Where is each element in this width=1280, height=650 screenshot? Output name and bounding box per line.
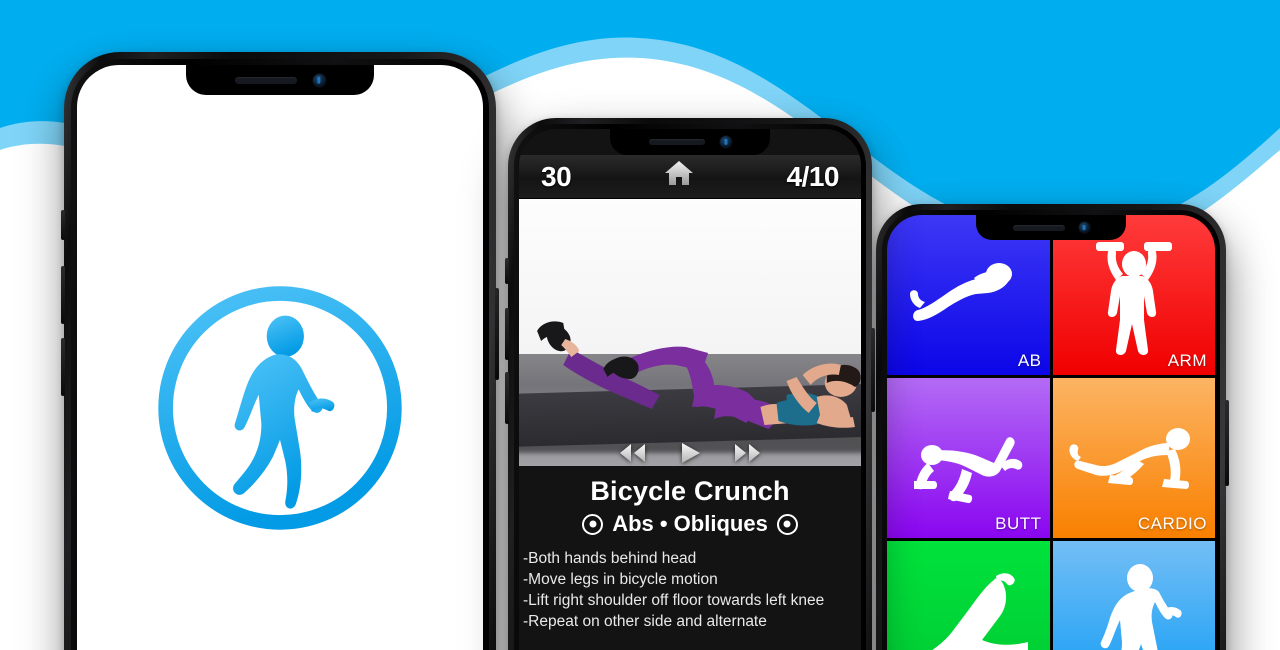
mute-switch[interactable] xyxy=(505,258,509,284)
phone-categories-screen: AB ARM BUTT CARDIO xyxy=(887,215,1215,650)
speaker-grille-icon xyxy=(648,139,705,145)
front-camera-icon xyxy=(312,73,326,87)
category-tile-fullbody[interactable] xyxy=(1052,541,1215,650)
running-man-in-circle-icon xyxy=(158,286,402,530)
category-label: BUTT xyxy=(995,514,1042,533)
speaker-grille-icon xyxy=(234,76,297,84)
phone-player: 30 4/10 Bicycle Crunch Abs • Obliques -B… xyxy=(505,118,875,650)
category-tile-leg[interactable] xyxy=(887,541,1050,650)
front-camera-icon xyxy=(719,136,732,148)
category-grid: AB ARM BUTT CARDIO xyxy=(887,215,1215,650)
phone-player-screen: 30 4/10 Bicycle Crunch Abs • Obliques -B… xyxy=(519,129,861,650)
phone-player-notch xyxy=(610,129,770,155)
rewind-icon[interactable] xyxy=(617,442,647,466)
player-controls xyxy=(519,441,861,466)
power-button[interactable] xyxy=(871,328,875,412)
instruction-line: -Move legs in bicycle motion xyxy=(523,571,718,589)
muscle-groups-label: Abs • Obliques xyxy=(612,511,768,536)
player-header: 30 4/10 xyxy=(519,155,861,199)
phone-categories: AB ARM BUTT CARDIO xyxy=(876,204,1229,650)
front-camera-icon xyxy=(1078,222,1090,233)
category-tile-butt[interactable]: BUTT xyxy=(887,378,1050,538)
home-icon[interactable] xyxy=(664,159,694,194)
category-tile-cardio[interactable]: CARDIO xyxy=(1052,378,1215,538)
phone-categories-notch xyxy=(976,215,1126,240)
exercise-pose-figure xyxy=(537,321,861,429)
volume-down-button[interactable] xyxy=(505,372,509,424)
fast-forward-icon[interactable] xyxy=(733,442,763,466)
target-dot-icon xyxy=(776,513,798,535)
phone-splash-notch xyxy=(186,65,374,95)
instruction-line: -Lift right shoulder off floor towards l… xyxy=(523,592,825,610)
instruction-line: -Both hands behind head xyxy=(523,550,697,567)
app-logo-container xyxy=(77,65,483,650)
volume-up-button[interactable] xyxy=(61,266,65,324)
running-man-icon xyxy=(1100,563,1182,650)
mountain-climber-icon xyxy=(1069,427,1190,489)
category-label: ARM xyxy=(1167,351,1207,370)
category-label: AB xyxy=(1017,351,1042,370)
phone-splash xyxy=(61,52,499,650)
screenshot-stage: AB ARM BUTT CARDIO 30 4/10 Bicycle Crunc… xyxy=(0,0,1280,650)
rep-timer: 30 xyxy=(541,160,572,192)
instruction-line: -Repeat on other side and alternate xyxy=(523,613,767,631)
volume-up-button[interactable] xyxy=(505,308,509,360)
volume-down-button[interactable] xyxy=(61,338,65,396)
power-button[interactable] xyxy=(495,288,499,380)
exercise-video[interactable] xyxy=(519,199,861,466)
progress-counter: 4/10 xyxy=(786,160,840,192)
glute-kickback-icon xyxy=(914,437,1023,503)
mute-switch[interactable] xyxy=(61,210,65,240)
play-icon[interactable] xyxy=(677,441,703,466)
power-button[interactable] xyxy=(1225,400,1229,486)
exercise-title: Bicycle Crunch xyxy=(590,476,790,506)
category-label: CARDIO xyxy=(1137,514,1207,533)
arm-curl-icon xyxy=(1095,241,1172,355)
phone-splash-screen xyxy=(77,65,483,650)
exercise-instructions: -Both hands behind head -Move legs in bi… xyxy=(519,548,861,632)
target-dot-icon xyxy=(582,513,604,535)
speaker-grille-icon xyxy=(1012,224,1065,231)
exercise-muscle-groups: Abs • Obliques xyxy=(519,511,861,537)
workout-player-app: 30 4/10 Bicycle Crunch Abs • Obliques -B… xyxy=(519,129,861,650)
ab-crunch-icon xyxy=(910,262,1013,321)
leg-raise-icon xyxy=(932,573,1029,650)
